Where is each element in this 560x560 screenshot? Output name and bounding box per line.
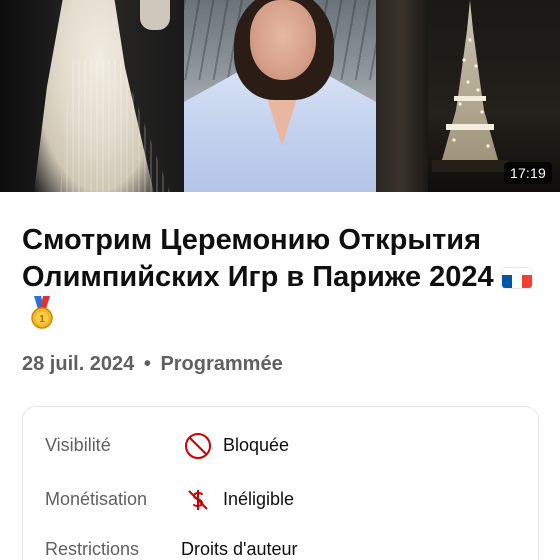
- video-date: 28 juil. 2024: [22, 353, 135, 375]
- arm-shape: [140, 0, 170, 30]
- eiffel-tower-icon: [432, 0, 508, 172]
- svg-text:1: 1: [39, 314, 45, 325]
- visibility-value: Bloquée: [223, 435, 290, 455]
- thumbnail-frame-dress: [0, 0, 184, 192]
- france-flag-icon: [501, 268, 532, 288]
- video-meta: 28 juil. 2024 • Programmée: [22, 353, 283, 376]
- monetization-value: Inéligible: [223, 489, 295, 509]
- restrictions-value: Droits d'auteur: [181, 539, 298, 559]
- restrictions-row[interactable]: Restrictions Droits d'auteur: [45, 535, 525, 560]
- thumbnail-frame-selfie: [184, 0, 376, 192]
- visibility-label: Visibilité: [45, 435, 111, 455]
- no-dollar-icon: [188, 490, 208, 510]
- visibility-row[interactable]: Visibilité Bloquée: [45, 431, 525, 461]
- video-title: Смотрим Церемонию Открытия Олимпийских И…: [22, 222, 542, 334]
- blocked-icon: [185, 433, 211, 459]
- monetization-row[interactable]: Monétisation Inéligible: [45, 485, 525, 515]
- meta-separator: •: [143, 353, 151, 375]
- details-card: Visibilité Bloquée Monétisation Inéligib…: [22, 406, 539, 560]
- restrictions-label: Restrictions: [45, 539, 140, 559]
- video-title-text: Смотрим Церемонию Открытия Олимпийских И…: [22, 224, 494, 293]
- dress-fringe: [60, 60, 170, 192]
- video-thumbnail[interactable]: 17:19: [0, 0, 560, 192]
- window-frame: [376, 0, 428, 192]
- monetization-label: Monétisation: [45, 489, 148, 509]
- medal-icon: 1: [31, 296, 53, 329]
- face-shape: [250, 0, 316, 80]
- video-duration-badge: 17:19: [503, 162, 552, 184]
- video-status: Programmée: [160, 353, 283, 375]
